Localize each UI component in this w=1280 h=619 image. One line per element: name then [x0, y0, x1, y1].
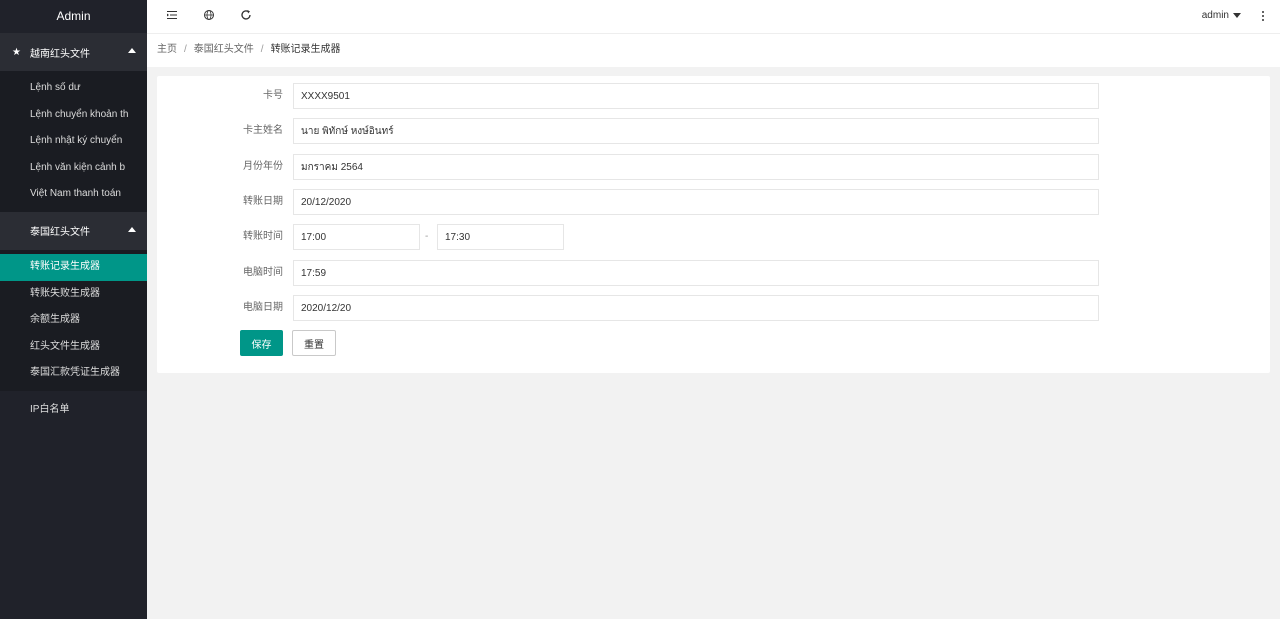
caret-down-icon: [1233, 13, 1241, 18]
menu-toggle-icon[interactable]: [164, 9, 180, 25]
menu-group-head-vietnam[interactable]: ★ 越南红头文件: [0, 33, 147, 71]
form-row-pc-time: 电脑时间: [157, 260, 1270, 286]
sub-menu-thailand: 转账记录生成器 转账失败生成器 余额生成器 红头文件生成器 泰国汇款凭证生成器: [0, 249, 147, 391]
caret-up-icon: [128, 48, 136, 53]
app-logo: Admin: [0, 0, 147, 33]
refresh-icon[interactable]: [238, 9, 254, 25]
form-row-pc-date: 电脑日期: [157, 295, 1270, 321]
more-vertical-icon[interactable]: [1260, 10, 1266, 24]
breadcrumb-current: 转账记录生成器: [270, 44, 341, 55]
pc-date-label: 电脑日期: [243, 302, 283, 313]
pc-time-label: 电脑时间: [243, 267, 283, 278]
sidebar-item-vn-balance[interactable]: Lệnh số dư: [0, 75, 147, 102]
sidebar-item-vn-journal[interactable]: Lệnh nhật ký chuyển: [0, 128, 147, 155]
card-no-label: 卡号: [263, 90, 283, 101]
breadcrumb: 主页 / 泰国红头文件 / 转账记录生成器: [147, 34, 1280, 67]
sidebar-item-remittance[interactable]: 泰国汇款凭证生成器: [0, 360, 147, 387]
sidebar-item-balance[interactable]: 余额生成器: [0, 307, 147, 334]
time-range-separator: -: [425, 231, 429, 242]
menu-group-label: 泰国红头文件: [30, 227, 90, 239]
pc-time-input[interactable]: [293, 260, 1099, 286]
pc-date-input[interactable]: [293, 295, 1099, 321]
save-button[interactable]: 保存: [240, 330, 283, 356]
holder-label: 卡主姓名: [243, 125, 283, 136]
form-row-holder: 卡主姓名: [157, 118, 1270, 144]
form-row-card-no: 卡号: [157, 83, 1270, 109]
sidebar-item-transfer-record[interactable]: 转账记录生成器: [0, 253, 147, 281]
breadcrumb-parent[interactable]: 泰国红头文件: [194, 44, 254, 55]
form-row-transfer-time: 转账时间 -: [157, 224, 1270, 250]
sidebar-item-vn-transfer[interactable]: Lệnh chuyển khoản th: [0, 102, 147, 129]
sidebar-item-vn-payment[interactable]: Việt Nam thanh toán: [0, 181, 147, 208]
sub-menu-vietnam: Lệnh số dư Lệnh chuyển khoản th Lệnh nhậ…: [0, 71, 147, 212]
transfer-date-input[interactable]: [293, 189, 1099, 215]
holder-input[interactable]: [293, 118, 1099, 144]
menu-group-label: 越南红头文件: [30, 48, 90, 60]
sidebar-item-red-header[interactable]: 红头文件生成器: [0, 334, 147, 361]
transfer-time-end-input[interactable]: [437, 224, 564, 250]
breadcrumb-home[interactable]: 主页: [157, 44, 177, 55]
caret-up-icon: [128, 226, 136, 232]
form-card: 卡号 卡主姓名 月份年份 转账日期 转账时间 - 电脑时间 电脑日期 保存 重置: [157, 76, 1270, 373]
sidebar-item-transfer-failed[interactable]: 转账失败生成器: [0, 281, 147, 308]
card-no-input[interactable]: [293, 83, 1099, 109]
transfer-time-label: 转账时间: [243, 231, 283, 242]
transfer-time-start-input[interactable]: [293, 224, 420, 250]
user-name: admin: [1201, 10, 1229, 21]
menu-group-vietnam: ★ 越南红头文件 Lệnh số dư Lệnh chuyển khoản th…: [0, 33, 147, 212]
sidebar-item-vn-warning[interactable]: Lệnh văn kiện cảnh b: [0, 155, 147, 182]
star-icon: ★: [12, 46, 21, 58]
transfer-date-label: 转账日期: [243, 196, 283, 207]
top-header: admin: [147, 0, 1280, 34]
month-year-input[interactable]: [293, 154, 1099, 180]
sidebar: Admin ★ 越南红头文件 Lệnh số dư Lệnh chuyển kh…: [0, 0, 147, 619]
month-year-label: 月份年份: [243, 161, 283, 172]
sidebar-item-ip-whitelist[interactable]: IP白名单: [0, 391, 147, 429]
form-row-month-year: 月份年份: [157, 154, 1270, 180]
form-row-transfer-date: 转账日期: [157, 189, 1270, 215]
globe-icon[interactable]: [201, 9, 217, 25]
menu-group-head-thailand[interactable]: 泰国红头文件: [0, 211, 147, 250]
user-menu[interactable]: admin: [1202, 10, 1241, 21]
menu-group-thailand: 泰国红头文件 转账记录生成器 转账失败生成器 余额生成器 红头文件生成器 泰国汇…: [0, 211, 147, 391]
reset-button[interactable]: 重置: [292, 330, 336, 356]
